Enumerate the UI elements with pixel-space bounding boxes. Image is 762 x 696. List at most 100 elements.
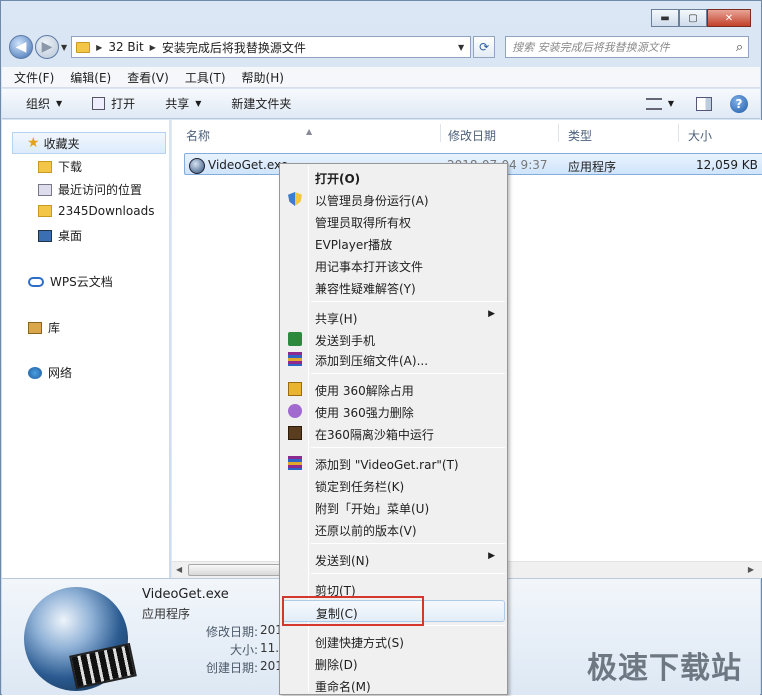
- recent-places-icon: [38, 183, 52, 196]
- sidebar-item-label: 桌面: [58, 229, 83, 243]
- column-type[interactable]: 类型: [568, 127, 592, 144]
- chevron-right-icon[interactable]: ▶: [96, 43, 102, 52]
- menu-tools[interactable]: 工具(T): [185, 69, 226, 86]
- chevron-down-icon: ▼: [195, 99, 202, 108]
- maximize-button[interactable]: ▢: [679, 9, 707, 27]
- refresh-button[interactable]: ⟳: [473, 36, 496, 58]
- menu-item-360-sandbox[interactable]: 在360隔离沙箱中运行: [282, 422, 505, 444]
- address-dropdown-icon[interactable]: ▼: [452, 43, 470, 52]
- minimize-button[interactable]: ▬: [651, 9, 679, 27]
- menu-item-label: 添加到压缩文件(A)...: [315, 354, 429, 368]
- folder-icon: [38, 205, 52, 217]
- menu-item-label: 锁定到任务栏(K): [315, 480, 405, 494]
- sidebar-item-label: 最近访问的位置: [58, 183, 143, 197]
- menu-item-take-ownership[interactable]: 管理员取得所有权: [282, 210, 505, 232]
- menu-item-send-to[interactable]: 发送到(N) ▶: [282, 548, 505, 570]
- menu-item-360-delete[interactable]: 使用 360强力删除: [282, 400, 505, 422]
- menu-item-label: 管理员取得所有权: [315, 216, 412, 230]
- open-icon: [92, 97, 106, 110]
- menu-separator: [311, 447, 505, 448]
- menu-item-add-rar[interactable]: 添加到 "VideoGet.rar"(T): [282, 452, 505, 474]
- sidebar-item-recent[interactable]: 最近访问的位置: [38, 181, 142, 198]
- address-bar[interactable]: ▶ 32 Bit ▶ 安装完成后将我替换源文件 ▼: [71, 36, 472, 58]
- sidebar-item-wps[interactable]: WPS云文档: [28, 273, 113, 290]
- sidebar-item-desktop[interactable]: 桌面: [38, 227, 82, 244]
- desktop-icon: [38, 229, 52, 242]
- menu-item-add-archive[interactable]: 添加到压缩文件(A)...: [282, 348, 505, 370]
- menu-item-create-shortcut[interactable]: 创建快捷方式(S): [282, 630, 505, 652]
- search-placeholder: 搜索 安装完成后将我替换源文件: [512, 41, 670, 54]
- menu-file[interactable]: 文件(F): [14, 69, 54, 86]
- menu-item-label: 使用 360解除占用: [315, 384, 414, 398]
- view-dropdown-icon[interactable]: ▼: [668, 99, 674, 108]
- menu-item-label: 附到「开始」菜单(U): [315, 502, 430, 516]
- view-options-icon[interactable]: [645, 97, 662, 110]
- menu-item-run-as-admin[interactable]: 以管理员身份运行(A): [282, 188, 505, 210]
- file-name: VideoGet.exe: [208, 158, 289, 172]
- menu-item-label: 添加到 "VideoGet.rar"(T): [315, 458, 459, 472]
- menu-bar: 文件(F) 编辑(E) 查看(V) 工具(T) 帮助(H): [2, 67, 760, 88]
- sidebar-item-label: 下载: [58, 160, 83, 174]
- new-folder-label: 新建文件夹: [231, 97, 292, 111]
- open-label: 打开: [111, 97, 136, 111]
- file-type: 应用程序: [568, 160, 617, 174]
- uac-shield-icon: [288, 192, 302, 206]
- scroll-right-icon[interactable]: ▶: [748, 565, 754, 574]
- search-icon[interactable]: ⌕: [736, 40, 743, 55]
- preview-pane-icon[interactable]: [696, 96, 712, 111]
- menu-item-restore-versions[interactable]: 还原以前的版本(V): [282, 518, 505, 540]
- menu-item-notepad[interactable]: 用记事本打开该文件: [282, 254, 505, 276]
- column-divider[interactable]: [558, 124, 559, 142]
- new-folder-button[interactable]: 新建文件夹: [231, 95, 291, 112]
- breadcrumb-current[interactable]: 安装完成后将我替换源文件: [162, 39, 306, 56]
- menu-item-rename[interactable]: 重命名(M): [282, 674, 505, 696]
- chevron-down-icon: ▼: [56, 99, 63, 108]
- recent-pages-dropdown[interactable]: ▼: [61, 43, 67, 52]
- column-name[interactable]: 名称: [186, 127, 210, 144]
- videoget-app-icon: [189, 158, 205, 174]
- file-size: 12,059 KB: [696, 158, 758, 172]
- menu-item-share[interactable]: 共享(H) ▶: [282, 306, 505, 328]
- menu-separator: [311, 301, 505, 302]
- open-button[interactable]: 打开: [92, 95, 135, 112]
- back-button[interactable]: ◀: [9, 35, 33, 59]
- help-icon[interactable]: ?: [730, 94, 748, 113]
- column-modified[interactable]: 修改日期: [448, 127, 496, 144]
- folder-icon: [76, 41, 91, 53]
- sidebar-item-network[interactable]: 网络: [28, 364, 72, 381]
- menu-item-send-to-phone[interactable]: 发送到手机: [282, 328, 505, 350]
- details-file-type: 应用程序: [142, 607, 191, 621]
- menu-item-open[interactable]: 打开(O): [282, 166, 505, 188]
- close-button[interactable]: ✕: [707, 9, 751, 27]
- menu-item-evplayer[interactable]: EVPlayer播放: [282, 232, 505, 254]
- menu-item-compatibility[interactable]: 兼容性疑难解答(Y): [282, 276, 505, 298]
- scroll-left-icon[interactable]: ◀: [176, 565, 182, 574]
- star-icon: ★: [27, 135, 40, 151]
- sidebar-item-favorites[interactable]: ★ 收藏夹: [12, 132, 166, 154]
- menu-item-delete[interactable]: 删除(D): [282, 652, 505, 674]
- sidebar-item-library[interactable]: 库: [28, 319, 60, 336]
- sidebar-item-label: 网络: [48, 366, 73, 380]
- menu-item-pin-start[interactable]: 附到「开始」菜单(U): [282, 496, 505, 518]
- menu-item-label: 兼容性疑难解答(Y): [315, 282, 416, 296]
- breadcrumb-32bit[interactable]: 32 Bit: [108, 40, 143, 54]
- organize-button[interactable]: 组织 ▼: [26, 95, 62, 112]
- details-size-label: 大小:: [229, 643, 258, 657]
- forward-button[interactable]: ▶: [35, 35, 59, 59]
- menu-item-label: 打开(O): [315, 172, 361, 186]
- share-button[interactable]: 共享 ▼: [165, 95, 201, 112]
- sidebar-item-label: 2345Downloads: [58, 204, 155, 218]
- menu-edit[interactable]: 编辑(E): [70, 69, 111, 86]
- search-input[interactable]: 搜索 安装完成后将我替换源文件 ⌕: [505, 36, 750, 58]
- menu-view[interactable]: 查看(V): [127, 69, 169, 86]
- column-divider[interactable]: [678, 124, 679, 142]
- chevron-right-icon[interactable]: ▶: [150, 43, 156, 52]
- menu-item-pin-taskbar[interactable]: 锁定到任务栏(K): [282, 474, 505, 496]
- scrollbar-thumb[interactable]: [188, 564, 293, 576]
- column-divider[interactable]: [440, 124, 441, 142]
- sidebar-item-downloads[interactable]: 下载: [38, 158, 82, 175]
- sidebar-item-2345downloads[interactable]: 2345Downloads: [38, 204, 154, 218]
- menu-help[interactable]: 帮助(H): [242, 69, 284, 86]
- column-size[interactable]: 大小: [688, 127, 712, 144]
- menu-item-360-unlock[interactable]: 使用 360解除占用: [282, 378, 505, 400]
